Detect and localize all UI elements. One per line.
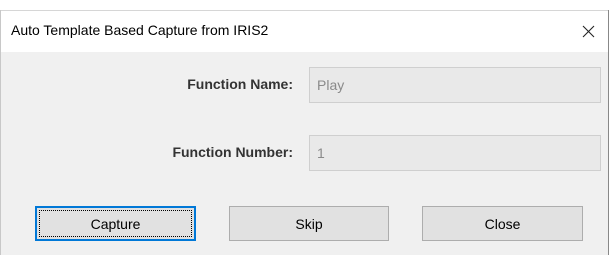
capture-button[interactable]: Capture	[35, 206, 196, 241]
dialog-window: Auto Template Based Capture from IRIS2 F…	[0, 10, 609, 255]
close-button[interactable]: Close	[422, 206, 583, 241]
window-title: Auto Template Based Capture from IRIS2	[11, 22, 269, 38]
close-button-label: Close	[484, 215, 521, 232]
function-name-label: Function Name:	[187, 76, 293, 92]
skip-button-label: Skip	[295, 215, 323, 232]
function-name-field[interactable]: Play	[309, 67, 601, 103]
title-bar[interactable]: Auto Template Based Capture from IRIS2	[1, 10, 608, 52]
close-window-button[interactable]	[570, 11, 606, 51]
function-number-field[interactable]: 1	[309, 135, 601, 171]
function-number-label: Function Number:	[172, 144, 293, 160]
skip-button[interactable]: Skip	[229, 206, 389, 241]
close-icon	[582, 25, 595, 38]
capture-button-label: Capture	[90, 215, 141, 232]
page: Auto Template Based Capture from IRIS2 F…	[0, 0, 611, 255]
